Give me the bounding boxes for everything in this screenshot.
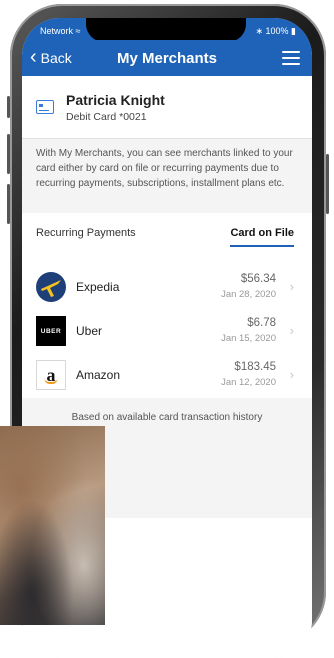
merchant-row-expedia[interactable]: Expedia $56.34 Jan 28, 2020 › — [22, 265, 312, 309]
active-tab-indicator — [230, 245, 294, 247]
merchant-name: Uber — [76, 324, 103, 338]
card-holder-name: Patricia Knight — [66, 92, 165, 108]
power-button — [326, 154, 329, 214]
merchants-panel: Recurring Payments Card on File Expedia … — [22, 213, 312, 398]
bluetooth-icon: ∗ — [255, 26, 263, 36]
merchant-date: Jan 15, 2020 — [221, 333, 276, 344]
merchant-date: Jan 28, 2020 — [221, 289, 276, 300]
merchant-name: Amazon — [76, 368, 121, 382]
info-description: With My Merchants, you can see merchants… — [36, 148, 293, 189]
merchant-amount: $56.34 — [240, 273, 276, 285]
expedia-logo — [36, 272, 66, 302]
amazon-logo: a — [36, 360, 66, 390]
merchant-name: Expedia — [76, 280, 120, 294]
wifi-icon: ≈ — [75, 26, 81, 36]
background-photo — [0, 426, 105, 625]
volume-down-button — [7, 184, 10, 224]
chevron-right-icon: › — [289, 367, 294, 382]
merchant-amount: $6.78 — [247, 317, 276, 329]
merchant-date: Jan 12, 2020 — [221, 377, 276, 388]
page-title: My Merchants — [116, 50, 218, 67]
merchant-row-uber[interactable]: UBER Uber $6.78 Jan 15, 2020 › — [22, 309, 312, 353]
carrier-label: Network ≈ — [40, 26, 81, 36]
battery-icon: ▮ — [291, 26, 296, 36]
chevron-right-icon: › — [289, 279, 294, 294]
phone-notch — [86, 18, 246, 42]
volume-up-button — [7, 134, 10, 174]
credit-card-icon — [36, 100, 54, 114]
uber-logo: UBER — [36, 316, 66, 346]
merchant-amount: $183.45 — [234, 361, 276, 373]
hamburger-menu-icon[interactable] — [282, 51, 300, 65]
tab-card-on-file[interactable]: Card on File — [230, 227, 294, 247]
nav-bar: ‹ Back My Merchants — [22, 40, 312, 76]
transaction-history-note: Based on available card transaction hist… — [71, 412, 263, 423]
mute-switch — [7, 96, 10, 118]
amazon-smile-icon — [44, 378, 58, 384]
battery-status: ∗ 100% ▮ — [255, 26, 296, 36]
tab-recurring-payments[interactable]: Recurring Payments — [36, 227, 136, 239]
card-label: Debit Card *0021 — [66, 111, 147, 123]
chevron-right-icon: › — [289, 323, 294, 338]
card-summary: Patricia Knight Debit Card *0021 — [22, 76, 312, 139]
merchant-row-amazon[interactable]: a Amazon $183.45 Jan 12, 2020 › — [22, 353, 312, 397]
